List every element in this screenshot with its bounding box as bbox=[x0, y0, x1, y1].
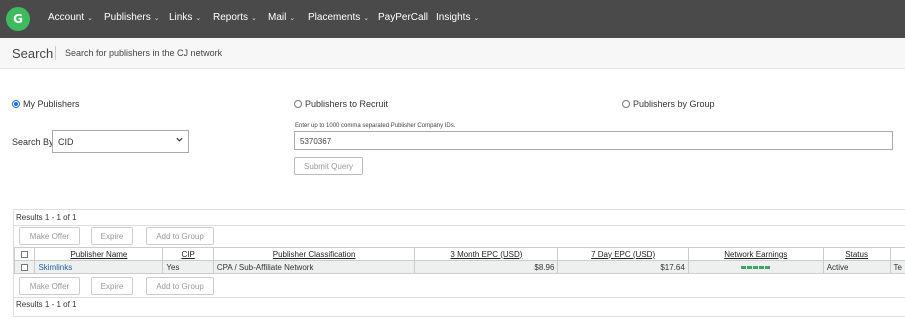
page-header: Search Search for publishers in the CJ n… bbox=[0, 38, 905, 69]
column-cip[interactable]: CIP bbox=[162, 247, 214, 261]
chevron-down-icon: ⌄ bbox=[473, 15, 480, 22]
logo-letter: G bbox=[13, 12, 23, 26]
nav-placements[interactable]: Placements ⌄ bbox=[308, 12, 369, 23]
search-by-label: Search By: bbox=[12, 137, 57, 147]
nav-reports[interactable]: Reports ⌄ bbox=[213, 12, 257, 23]
select-all-checkbox[interactable] bbox=[21, 250, 29, 258]
nav-account-label: Account bbox=[48, 12, 85, 23]
column-publisher-classification[interactable]: Publisher Classification bbox=[212, 247, 416, 261]
earnings-segment bbox=[747, 265, 753, 269]
chevron-down-icon: ⌄ bbox=[87, 15, 94, 22]
radio-unselected-icon bbox=[622, 100, 630, 108]
expire-button[interactable]: Expire bbox=[91, 227, 133, 245]
add-to-group-button-bottom[interactable]: Add to Group bbox=[146, 277, 214, 295]
search-by-select[interactable]: CID bbox=[52, 130, 189, 153]
results-count-top: Results 1 - 1 of 1 bbox=[16, 213, 77, 222]
chevron-down-icon: ⌄ bbox=[153, 15, 160, 22]
classification-cell: CPA / Sub-Affiliate Network bbox=[212, 260, 416, 274]
epc-3-month-cell: $8.96 bbox=[414, 260, 559, 274]
publishers-table: Publisher Name CIP Publisher Classificat… bbox=[13, 247, 905, 274]
radio-my-publishers-label: My Publishers bbox=[23, 99, 80, 109]
expire-button-bottom[interactable]: Expire bbox=[91, 277, 133, 295]
column-3-month-epc[interactable]: 3 Month EPC (USD) bbox=[414, 247, 559, 261]
nav-paypercall[interactable]: PayPerCall bbox=[378, 12, 428, 23]
nav-insights-label: Insights bbox=[436, 12, 471, 23]
column-extra bbox=[889, 247, 905, 261]
nav-placements-label: Placements bbox=[308, 12, 361, 23]
nav-mail[interactable]: Mail ⌄ bbox=[268, 12, 295, 23]
nav-links-label: Links bbox=[169, 12, 193, 23]
nav-publishers[interactable]: Publishers ⌄ bbox=[104, 12, 160, 23]
column-7-day-epc[interactable]: 7 Day EPC (USD) bbox=[557, 247, 689, 261]
page-title: Search bbox=[12, 46, 54, 61]
network-earnings-bar bbox=[692, 265, 820, 269]
results-panel: Results 1 - 1 of 1 Make Offer Expire Add… bbox=[13, 209, 905, 317]
nav-mail-label: Mail bbox=[268, 12, 287, 23]
chevron-down-icon: ⌄ bbox=[289, 15, 296, 22]
status-cell: Active bbox=[822, 260, 891, 274]
extra-cell: Te bbox=[889, 260, 905, 274]
page-description: Search for publishers in the CJ network bbox=[65, 48, 223, 58]
publisher-ids-hint: Enter up to 1000 comma separated Publish… bbox=[295, 123, 456, 129]
nav-account[interactable]: Account ⌄ bbox=[48, 12, 93, 23]
nav-publishers-label: Publishers bbox=[104, 12, 151, 23]
cj-logo[interactable]: G bbox=[6, 7, 30, 31]
chevron-down-icon: ⌄ bbox=[251, 15, 257, 22]
radio-my-publishers[interactable]: My Publishers bbox=[12, 99, 80, 109]
make-offer-button[interactable]: Make Offer bbox=[19, 227, 80, 245]
divider bbox=[14, 297, 905, 298]
earnings-segment bbox=[753, 265, 759, 269]
radio-unselected-icon bbox=[294, 100, 302, 108]
chevron-down-icon: ⌄ bbox=[363, 15, 370, 22]
column-network-earnings[interactable]: Network Earnings bbox=[687, 247, 824, 261]
publisher-name-cell: Skimlinks bbox=[34, 260, 164, 274]
make-offer-button-bottom[interactable]: Make Offer bbox=[19, 277, 80, 295]
divider bbox=[14, 225, 905, 226]
radio-publishers-by-group[interactable]: Publishers by Group bbox=[622, 99, 715, 109]
select-all-cell bbox=[13, 247, 36, 261]
nav-insights[interactable]: Insights ⌄ bbox=[436, 12, 479, 23]
table-header-row: Publisher Name CIP Publisher Classificat… bbox=[13, 247, 905, 261]
column-status[interactable]: Status bbox=[822, 247, 891, 261]
radio-publishers-to-recruit[interactable]: Publishers to Recruit bbox=[294, 99, 388, 109]
results-count-bottom: Results 1 - 1 of 1 bbox=[16, 300, 77, 309]
row-select-cell bbox=[13, 260, 36, 274]
radio-publishers-to-recruit-label: Publishers to Recruit bbox=[305, 99, 389, 109]
cip-cell: Yes bbox=[162, 260, 214, 274]
earnings-segment bbox=[741, 265, 747, 269]
nav-paypercall-label: PayPerCall bbox=[378, 12, 429, 23]
earnings-segment bbox=[759, 265, 765, 269]
chevron-down-icon bbox=[176, 137, 183, 142]
nav-links[interactable]: Links ⌄ bbox=[169, 12, 201, 23]
add-to-group-button[interactable]: Add to Group bbox=[146, 227, 214, 245]
column-publisher-name[interactable]: Publisher Name bbox=[34, 247, 164, 261]
submit-query-button[interactable]: Submit Query bbox=[294, 157, 363, 175]
header-divider bbox=[55, 46, 56, 60]
row-checkbox[interactable] bbox=[21, 263, 29, 271]
publisher-name-link[interactable]: Skimlinks bbox=[38, 263, 72, 272]
chevron-down-icon: ⌄ bbox=[195, 15, 202, 22]
top-navigation-bar: G Account ⌄ Publishers ⌄ Links ⌄ Reports ⌄ M… bbox=[0, 0, 905, 38]
table-row: Skimlinks Yes CPA / Sub-Affiliate Networ… bbox=[13, 260, 905, 274]
earnings-segment bbox=[765, 265, 771, 269]
radio-publishers-by-group-label: Publishers by Group bbox=[633, 99, 715, 109]
network-earnings-cell bbox=[687, 260, 824, 274]
search-by-value: CID bbox=[58, 137, 74, 147]
epc-7-day-cell: $17.64 bbox=[557, 260, 689, 274]
radio-selected-icon bbox=[12, 100, 20, 108]
publisher-ids-input[interactable]: 5370367 bbox=[294, 131, 893, 150]
nav-reports-label: Reports bbox=[213, 12, 249, 23]
